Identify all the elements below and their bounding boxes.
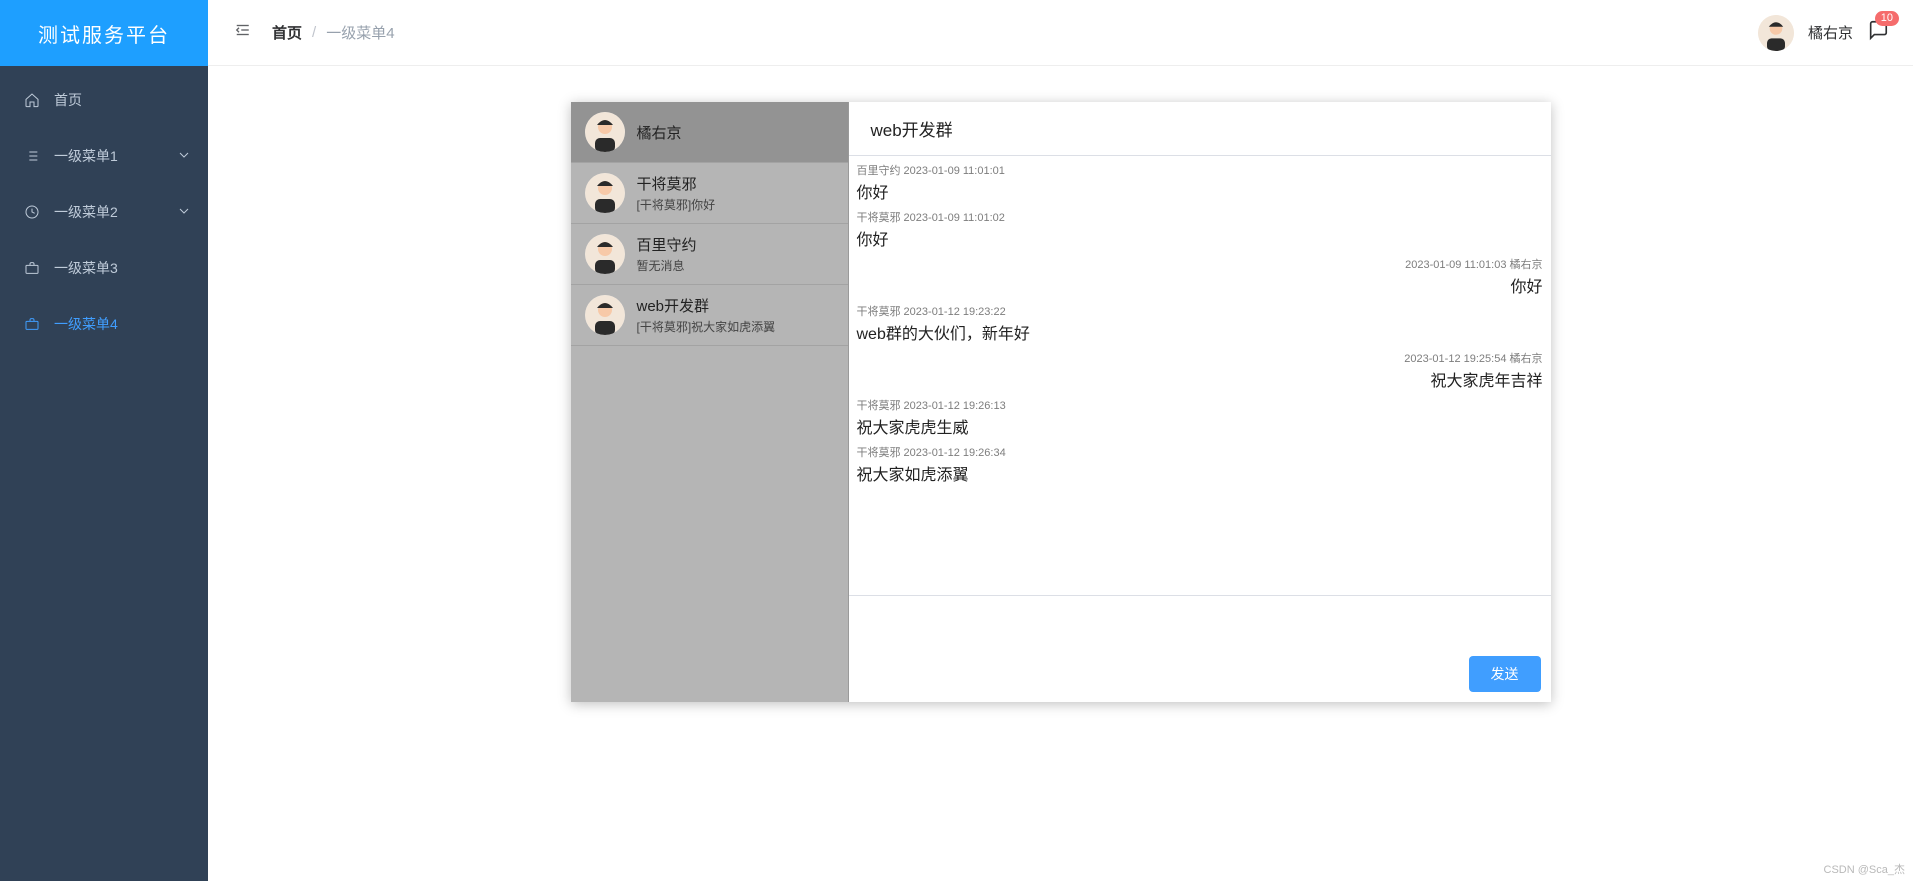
message-text: web群的大伙们，新年好 <box>857 320 1543 344</box>
avatar-icon <box>585 295 625 335</box>
message-meta: 干将莫邪 2023-01-12 19:23:22 <box>857 303 1543 319</box>
contact-list: 橘右京 干将莫邪 [干将莫邪]你好 百里守约 暂无消息 web开发群 [干将莫邪… <box>571 102 849 702</box>
message-meta: 干将莫邪 2023-01-12 19:26:34 <box>857 444 1543 460</box>
sidebar-item-label: 首页 <box>54 90 82 110</box>
contact-preview: 暂无消息 <box>637 257 697 274</box>
contact-item[interactable]: 百里守约 暂无消息 <box>571 224 848 285</box>
contact-name: 干将莫邪 <box>637 173 716 194</box>
contact-item[interactable]: 橘右京 <box>571 102 848 163</box>
message: 2023-01-12 19:25:54 橘右京 祝大家虎年吉祥 <box>857 350 1543 391</box>
sidebar-item-menu4[interactable]: 一级菜单4 <box>0 296 208 352</box>
sidebar-item-label: 一级菜单2 <box>54 202 118 222</box>
sidebar-menu: 首页 一级菜单1 一级菜单2 一级菜单3 一级菜单4 <box>0 66 208 881</box>
chat-column: web开发群 百里守约 2023-01-09 11:01:01 你好 干将莫邪 … <box>849 102 1551 702</box>
message-text: 你好 <box>857 226 1543 250</box>
contact-name: 百里守约 <box>637 234 697 255</box>
user-avatar[interactable] <box>1758 15 1794 51</box>
contact-preview: [干将莫邪]你好 <box>637 196 716 213</box>
message-meta: 2023-01-12 19:25:54 橘右京 <box>857 350 1543 366</box>
briefcase-icon <box>20 316 44 332</box>
message: 干将莫邪 2023-01-09 11:01:02 你好 <box>857 209 1543 250</box>
sidebar-item-label: 一级菜单3 <box>54 258 118 278</box>
sidebar-item-menu1[interactable]: 一级菜单1 <box>0 128 208 184</box>
app-logo: 测试服务平台 <box>0 0 208 66</box>
sidebar-item-label: 一级菜单1 <box>54 146 118 166</box>
message-text: 祝大家虎虎生威 <box>857 414 1543 438</box>
collapse-sidebar-button[interactable] <box>232 21 252 44</box>
chat-title: web开发群 <box>849 102 1551 156</box>
avatar-icon <box>585 173 625 213</box>
message: 干将莫邪 2023-01-12 19:26:13 祝大家虎虎生威 <box>857 397 1543 438</box>
briefcase-icon <box>20 260 44 276</box>
avatar-icon <box>585 112 625 152</box>
contact-preview: [干将莫邪]祝大家如虎添翼 <box>637 318 776 335</box>
list-icon <box>20 148 44 164</box>
breadcrumb: 首页 / 一级菜单4 <box>272 22 395 43</box>
messages-button[interactable]: 10 <box>1867 19 1889 46</box>
send-button[interactable]: 发送 <box>1469 656 1541 692</box>
compose-area: 发送 <box>849 595 1551 702</box>
app-title: 测试服务平台 <box>38 19 170 48</box>
main: 首页 / 一级菜单4 橘右京 10 橘右京 干将莫邪 [干将莫邪]你好 <box>208 0 1913 881</box>
header: 首页 / 一级菜单4 橘右京 10 <box>208 0 1913 66</box>
messages-badge: 10 <box>1875 11 1899 26</box>
message-input[interactable] <box>849 596 1551 648</box>
sidebar-item-menu3[interactable]: 一级菜单3 <box>0 240 208 296</box>
message: 百里守约 2023-01-09 11:01:01 你好 <box>857 162 1543 203</box>
message-meta: 干将莫邪 2023-01-09 11:01:02 <box>857 209 1543 225</box>
message: 干将莫邪 2023-01-12 19:26:34 祝大家如虎添翼 <box>857 444 1543 485</box>
sidebar-item-label: 一级菜单4 <box>54 314 118 334</box>
sidebar-item-menu2[interactable]: 一级菜单2 <box>0 184 208 240</box>
message: 干将莫邪 2023-01-12 19:23:22 web群的大伙们，新年好 <box>857 303 1543 344</box>
message-list[interactable]: 百里守约 2023-01-09 11:01:01 你好 干将莫邪 2023-01… <box>849 156 1551 595</box>
home-icon <box>20 92 44 108</box>
content: 橘右京 干将莫邪 [干将莫邪]你好 百里守约 暂无消息 web开发群 [干将莫邪… <box>208 66 1913 881</box>
contact-name: web开发群 <box>637 295 776 316</box>
message-text: 祝大家如虎添翼 <box>857 461 1543 485</box>
message-meta: 百里守约 2023-01-09 11:01:01 <box>857 162 1543 178</box>
message-meta: 2023-01-09 11:01:03 橘右京 <box>857 256 1543 272</box>
breadcrumb-current: 一级菜单4 <box>326 22 394 43</box>
breadcrumb-separator: / <box>312 24 316 41</box>
sidebar-item-home[interactable]: 首页 <box>0 72 208 128</box>
chat-title-text: web开发群 <box>871 116 953 141</box>
contact-name: 橘右京 <box>637 122 682 143</box>
chevron-down-icon <box>176 147 192 166</box>
chat-panel: 橘右京 干将莫邪 [干将莫邪]你好 百里守约 暂无消息 web开发群 [干将莫邪… <box>571 102 1551 702</box>
message-text: 祝大家虎年吉祥 <box>857 367 1543 391</box>
chevron-down-icon <box>176 203 192 222</box>
sidebar: 测试服务平台 首页 一级菜单1 一级菜单2 一级菜单3 一级菜单4 <box>0 0 208 881</box>
header-username: 橘右京 <box>1808 22 1853 43</box>
message-text: 你好 <box>857 179 1543 203</box>
breadcrumb-root[interactable]: 首页 <box>272 22 302 43</box>
contact-item[interactable]: 干将莫邪 [干将莫邪]你好 <box>571 163 848 224</box>
message-meta: 干将莫邪 2023-01-12 19:26:13 <box>857 397 1543 413</box>
clock-icon <box>20 204 44 220</box>
contact-item[interactable]: web开发群 [干将莫邪]祝大家如虎添翼 <box>571 285 848 346</box>
message: 2023-01-09 11:01:03 橘右京 你好 <box>857 256 1543 297</box>
avatar-icon <box>585 234 625 274</box>
watermark: CSDN @Sca_杰 <box>1824 861 1905 877</box>
message-text: 你好 <box>857 273 1543 297</box>
